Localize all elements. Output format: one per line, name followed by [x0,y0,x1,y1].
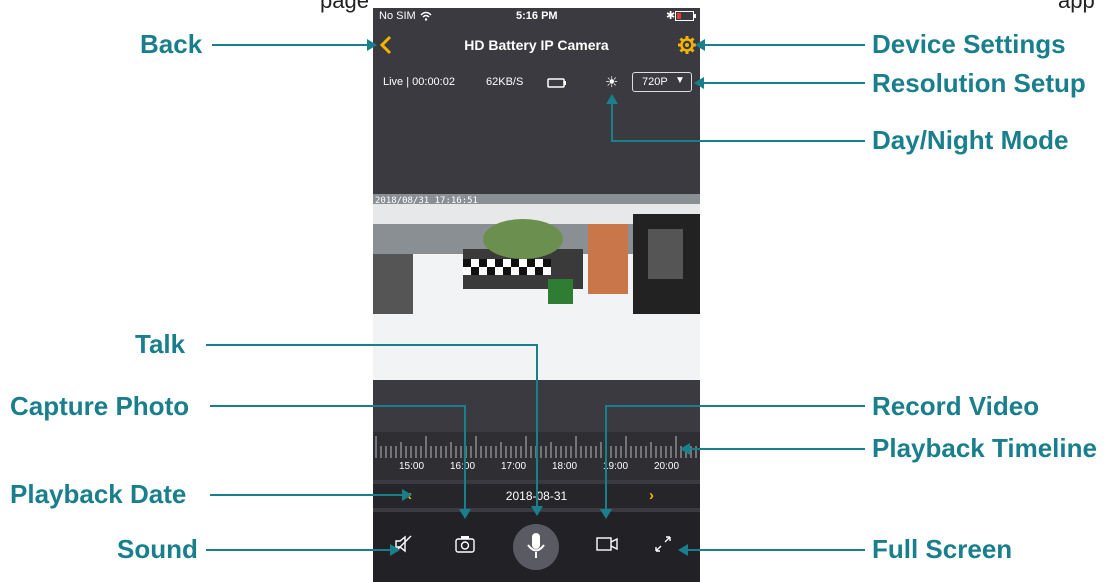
connector-record-v [605,405,607,509]
timeline-tick-label: 17:00 [501,461,527,472]
connector-date [210,494,402,496]
label-day-night-mode: Day/Night Mode [872,125,1069,155]
label-playback-timeline: Playback Timeline [872,433,1097,463]
battery-icon [547,78,566,88]
data-rate: 62KB/S [486,76,524,88]
arrow-back [367,39,377,51]
arrow-capture [459,509,471,519]
status-bar: No SIM 5:16 PM ✱ [373,8,700,28]
talk-button[interactable] [513,524,559,570]
connector-day-night-h [611,140,865,142]
connector-capture-h [210,405,466,407]
carrier-text: No SIM [379,10,416,22]
bluetooth-icon: ✱ [666,10,676,22]
timeline-tick-label: 16:00 [450,461,476,472]
connector-resolution [704,82,865,84]
timeline-tick-label: 15:00 [399,461,425,472]
clock: 5:16 PM [516,10,558,22]
live-duration: Live | 00:00:02 [383,76,455,88]
arrow-device-settings [695,39,705,51]
connector-fullscreen [688,549,865,551]
label-sound: Sound [117,534,198,564]
connector-day-night-v [611,102,613,141]
microphone-icon [527,533,545,558]
connector-back [212,44,367,46]
arrow-day-night [606,94,618,104]
nav-bar: HD Battery IP Camera [373,28,700,64]
video-camera-icon[interactable] [595,534,619,554]
battery-low-icon [675,11,696,21]
stream-info-row: Live | 00:00:02 62KB/S ☀ 720P ▼ [373,70,700,96]
arrow-timeline [680,443,690,455]
wifi-icon [420,11,432,21]
arrow-talk [531,506,543,516]
label-back: Back [140,29,203,59]
resolution-select[interactable]: 720P ▼ [632,72,692,92]
arrow-resolution [694,77,704,89]
fullscreen-icon[interactable] [653,534,673,554]
timeline-tick-label: 18:00 [552,461,578,472]
connector-timeline [690,448,865,450]
label-talk: Talk [135,329,186,359]
connector-talk-h [206,344,538,346]
sun-icon[interactable]: ☀ [605,73,618,91]
label-resolution-setup: Resolution Setup [872,68,1086,98]
control-bar [373,512,700,582]
connector-sound [206,549,390,551]
connector-record-h [605,405,865,407]
label-playback-date: Playback Date [10,479,187,509]
timeline-tick-label: 20:00 [654,461,680,472]
arrow-fullscreen [678,544,688,556]
video-timestamp: 2018/08/31 17:16:51 [375,196,478,206]
arrow-date [402,489,412,501]
connector-talk-v [536,344,538,506]
connector-capture-v [464,405,466,509]
label-capture-photo: Capture Photo [10,391,190,421]
label-record-video: Record Video [872,391,1040,421]
arrow-sound [390,544,400,556]
arrow-record [600,509,612,519]
next-date-icon[interactable]: › [649,487,654,504]
resolution-value: 720P [642,76,668,88]
connector-device-settings [705,44,865,46]
label-device-settings: Device Settings [872,29,1066,59]
dropdown-arrow-icon: ▼ [675,75,685,86]
page-title: HD Battery IP Camera [464,37,609,53]
camera-icon[interactable] [454,534,476,554]
gear-icon[interactable] [678,36,696,54]
label-full-screen: Full Screen [872,534,1013,564]
